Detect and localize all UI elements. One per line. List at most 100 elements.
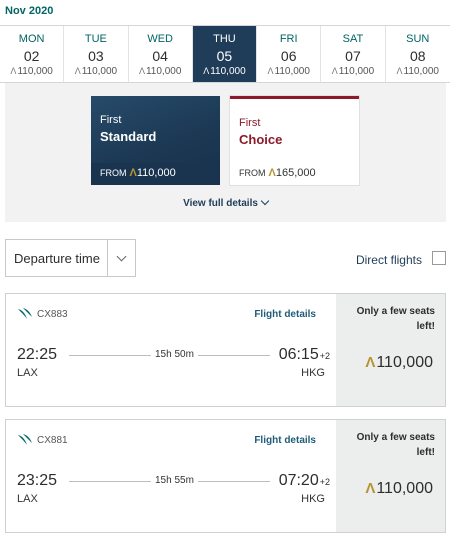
flight-price-wrap: Λ110,000 [365,354,433,372]
day-date: 07 [345,48,361,64]
fare-cabin: First [239,117,261,129]
day-tab[interactable]: SAT 07 Λ110,000 [321,26,386,82]
asia-miles-icon: Λ [129,167,137,179]
flight-price: 110,000 [376,480,433,497]
asia-miles-icon: Λ [365,480,376,497]
fare-card-standard[interactable]: First Standard FROM Λ110,000 [91,96,220,185]
chevron-down-icon [260,196,270,206]
arrival-time-wrap: 06:15+2 [279,346,330,364]
fare-name: Choice [239,132,283,147]
direct-flights-label[interactable]: Direct flights [356,253,422,267]
fare-select-button[interactable]: Only a few seats left! Λ110,000 [336,294,445,406]
day-of-week: SAT [342,33,364,45]
day-price: 110,000 [338,66,375,77]
asia-miles-icon: Λ [74,66,81,76]
fare-cabin: First [100,114,122,126]
flight-details-link[interactable]: Flight details [254,309,316,320]
flight-price: 110,000 [376,354,433,371]
date-selector: MON 02 Λ110,000 TUE 03 Λ110,000 WED 04 Λ… [0,25,450,83]
day-price-wrap: Λ110,000 [386,66,450,77]
chevron-down-icon [108,251,135,262]
day-price-wrap: Λ110,000 [129,66,192,77]
month-label: Nov 2020 [5,5,54,17]
seat-availability: Only a few seats left! [356,306,435,332]
asia-miles-icon: Λ [267,66,274,76]
day-tab[interactable]: WED 04 Λ110,000 [129,26,193,82]
day-price: 110,000 [403,66,439,77]
day-offset: +2 [319,477,330,487]
day-date: 05 [216,48,233,64]
direct-flights-checkbox[interactable] [432,251,446,265]
day-of-week: MON [18,33,45,45]
asia-miles-icon: Λ [331,66,338,76]
sort-dropdown[interactable]: Departure time [5,239,136,277]
seat-availability: Only a few seats left! [356,432,435,458]
arrival-time: 06:15 [278,346,319,363]
day-price-wrap: Λ110,000 [193,66,256,77]
day-price: 110,000 [81,66,118,77]
day-of-week: TUE [84,33,107,45]
fare-from-price: FROM Λ165,000 [239,167,316,179]
flight-result-card: CX883 Flight details 22:25 15h 50m 06:15… [5,293,446,407]
flight-info: CX883 Flight details 22:25 15h 50m 06:15… [6,294,336,406]
day-tab[interactable]: FRI 06 Λ110,000 [257,26,322,82]
flight-duration: 15h 50m [151,349,198,360]
day-of-week: SUN [406,33,430,45]
arrival-airport: HKG [301,367,325,379]
fare-select-button[interactable]: Only a few seats left! Λ110,000 [336,420,445,532]
day-of-week: WED [147,33,173,45]
arrival-time: 07:20 [278,472,319,489]
asia-miles-icon: Λ [396,66,403,76]
day-date: 02 [23,48,40,64]
day-price: 110,000 [210,66,246,77]
asia-miles-icon: Λ [10,66,17,76]
flight-number: CX883 [37,309,68,320]
flight-price-wrap: Λ110,000 [365,480,433,498]
flight-info: CX881 Flight details 23:25 15h 55m 07:20… [6,420,336,532]
day-date: 04 [152,48,168,64]
day-tab[interactable]: SUN 08 Λ110,000 [386,26,450,82]
day-price-wrap: Λ110,000 [64,66,127,77]
fare-from-price: FROM Λ110,000 [100,167,176,179]
asia-miles-icon: Λ [365,354,376,371]
departure-time: 23:25 [17,472,58,489]
day-price: 110,000 [17,66,53,77]
fare-card-choice[interactable]: First Choice FROM Λ165,000 [230,96,359,185]
day-price-wrap: Λ110,000 [321,66,384,77]
day-price: 110,000 [274,66,310,77]
day-date: 06 [280,48,297,64]
day-offset: +2 [319,351,330,361]
flight-result-card: CX881 Flight details 23:25 15h 55m 07:20… [5,419,446,533]
sort-selected-value: Departure time [14,250,100,266]
fare-price: 165,000 [275,167,316,179]
from-label: FROM [100,168,127,178]
view-full-details-link[interactable]: View full details [5,196,446,209]
flight-number: CX881 [37,435,68,446]
cathay-brushwing-icon [18,434,32,445]
day-of-week: THU [213,33,236,45]
day-price: 110,000 [145,66,182,77]
departure-airport: LAX [17,493,38,505]
flight-details-link[interactable]: Flight details [254,435,316,446]
asia-miles-icon: Λ [268,167,276,179]
flight-duration: 15h 55m [151,475,198,486]
from-label: FROM [239,168,266,178]
view-full-details-label: View full details [183,198,258,209]
arrival-airport: HKG [301,493,325,505]
asia-miles-icon: Λ [138,66,145,76]
day-price-wrap: Λ110,000 [0,66,63,77]
day-tab[interactable]: THU 05 Λ110,000 [192,26,258,82]
fare-name: Standard [100,129,157,144]
day-tab[interactable]: MON 02 Λ110,000 [0,26,65,82]
departure-time: 22:25 [17,346,58,363]
arrival-time-wrap: 07:20+2 [279,472,330,490]
asia-miles-icon: Λ [203,66,210,76]
day-price-wrap: Λ110,000 [257,66,320,77]
fare-family-panel: First Standard FROM Λ110,000 First Choice… [5,83,446,222]
cathay-brushwing-icon [18,308,32,319]
day-tab[interactable]: TUE 03 Λ110,000 [64,26,129,82]
day-of-week: FRI [279,33,298,45]
departure-airport: LAX [17,367,38,379]
day-date: 08 [409,48,426,64]
fare-price: 110,000 [136,167,176,179]
